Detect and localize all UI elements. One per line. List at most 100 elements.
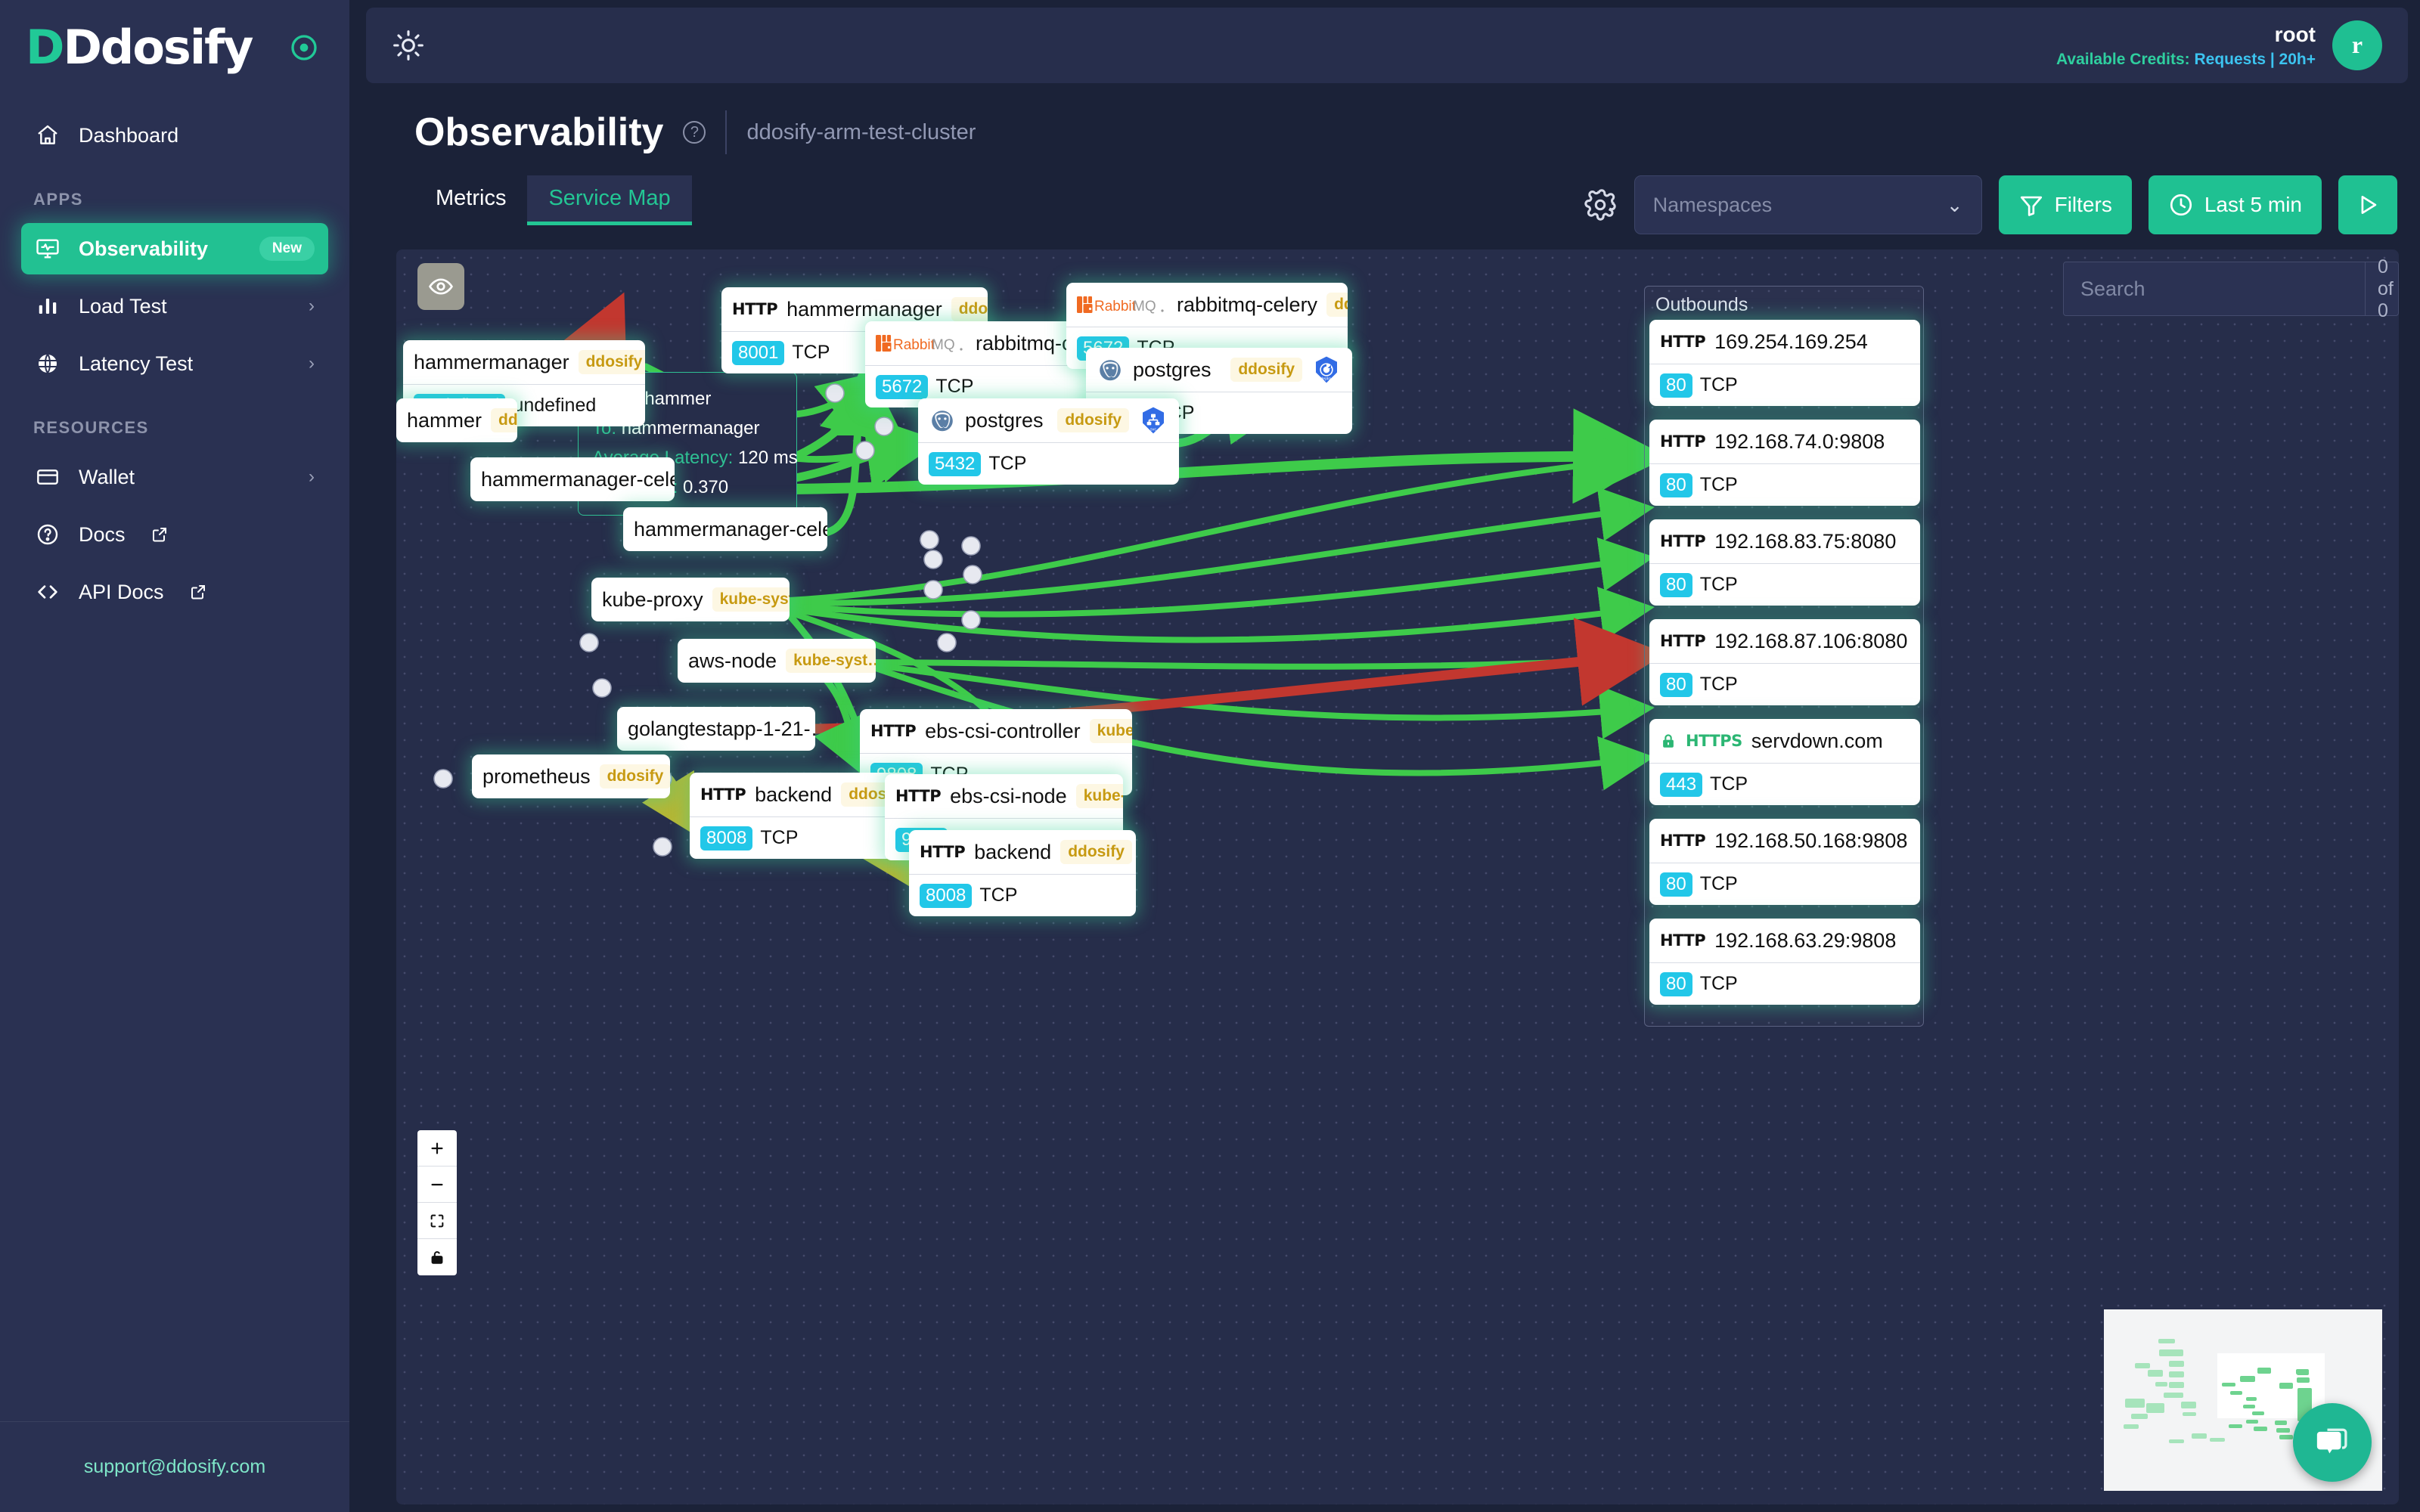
lock-toggle-button[interactable] — [417, 1239, 457, 1275]
node-title: hammermanager-celer… — [481, 467, 675, 491]
outbound-node[interactable]: HTTP 192.168.87.106:8080 80 TCP — [1649, 619, 1920, 705]
node-port-row: 80 TCP — [1649, 364, 1920, 406]
node-port-row: 80 TCP — [1649, 962, 1920, 1005]
chat-bubble-icon[interactable] — [2293, 1403, 2372, 1482]
node-title: 169.254.169.254 — [1714, 330, 1868, 353]
sidebar-item-load-test[interactable]: Load Test › — [21, 280, 328, 332]
sidebar-item-latency-test[interactable]: Latency Test › — [21, 338, 328, 389]
target-icon[interactable] — [289, 33, 319, 63]
brand-logo[interactable]: DDdosify — [0, 0, 349, 75]
port-chip: 80 — [1660, 971, 1692, 996]
home-icon — [35, 122, 60, 148]
filters-button[interactable]: Filters — [1998, 175, 2132, 234]
node-header: HTTPS servdown.com — [1649, 719, 1920, 763]
divider — [725, 110, 728, 154]
minimap-node — [2131, 1414, 2148, 1419]
namespace-tag: ddosify — [1060, 840, 1132, 864]
namespace-tag: ddosify — [951, 297, 988, 321]
tooltip-rps-value: 0.370 — [683, 476, 729, 497]
gear-icon[interactable] — [1583, 187, 1618, 222]
tab-metrics[interactable]: Metrics — [414, 175, 527, 225]
sidebar-section-apps: APPS — [33, 190, 83, 209]
svg-text:MQ: MQ — [932, 337, 955, 353]
svg-text:MQ: MQ — [1133, 299, 1156, 314]
time-range-button[interactable]: Last 5 min — [2148, 175, 2322, 234]
minimap-node — [2169, 1439, 2184, 1443]
user-menu[interactable]: root Available Credits: Requests | 20h+ … — [2056, 20, 2382, 70]
namespace-tag: kube-syst… — [786, 649, 876, 673]
port-chip: 80 — [1660, 572, 1692, 597]
service-node[interactable]: prometheusddosifydeploy — [472, 754, 670, 798]
kubernetes-deploy-icon: deploy — [1311, 355, 1342, 385]
svg-text:deploy: deploy — [1320, 376, 1333, 381]
minimap-node — [2164, 1393, 2183, 1398]
service-node[interactable]: HTTPbackendddosifysvc8008TCP — [690, 773, 917, 859]
transport-label: TCP — [979, 885, 1018, 906]
node-title: rabbitmq-celery — [1177, 293, 1318, 316]
globe-icon — [35, 351, 60, 376]
outbound-node[interactable]: HTTP 192.168.83.75:8080 80 TCP — [1649, 519, 1920, 606]
port-chip: 5672 — [876, 374, 929, 399]
refresh-play-button[interactable] — [2338, 175, 2397, 234]
page-header: Observability ? ddosify-arm-test-cluster — [414, 110, 976, 155]
question-circle-icon[interactable]: ? — [683, 121, 706, 144]
node-header: postgres ddosify deploy — [1086, 348, 1352, 392]
sun-icon[interactable] — [392, 29, 425, 62]
node-header: hammerddosifydeploy — [396, 398, 517, 442]
service-node[interactable]: golangtestapp-1-21-…httpsdeploy — [617, 707, 815, 751]
outbound-node[interactable]: HTTP 192.168.74.0:9808 80 TCP — [1649, 420, 1920, 506]
minimap-node — [2169, 1361, 2184, 1367]
zoom-out-button[interactable] — [417, 1167, 457, 1203]
namespaces-select[interactable]: Namespaces ⌄ — [1634, 175, 1982, 234]
zoom-in-button[interactable] — [417, 1130, 457, 1167]
service-map-canvas[interactable]: 0 of 0 ↓ ↑ — [396, 249, 2399, 1504]
outbound-node[interactable]: HTTP 192.168.50.168:9808 80 TCP — [1649, 819, 1920, 905]
node-title: golangtestapp-1-21-… — [628, 717, 815, 740]
transport-label: TCP — [760, 827, 799, 848]
sidebar-item-api-docs[interactable]: API Docs — [21, 566, 328, 618]
support-email-link[interactable]: support@ddosify.com — [0, 1421, 349, 1512]
page-title: Observability — [414, 110, 664, 154]
service-node[interactable]: HTTPbackendddosifydeploy8008TCP — [909, 830, 1136, 916]
minimap-node — [2276, 1428, 2290, 1433]
node-title: 192.168.74.0:9808 — [1714, 429, 1885, 453]
service-node[interactable]: postgres ddosify svc 5432 TCP — [918, 398, 1179, 485]
play-icon — [2355, 192, 2381, 218]
node-port-row: 443 TCP — [1649, 763, 1920, 805]
service-node[interactable]: kube-proxykube-syst…ds — [591, 578, 790, 621]
service-node[interactable]: hammermanager-celer…ddosifydeploy — [470, 457, 675, 501]
outbound-node[interactable]: HTTP 192.168.63.29:9808 80 TCP — [1649, 919, 1920, 1005]
chevron-right-icon: › — [309, 296, 315, 316]
avatar[interactable]: r — [2332, 20, 2382, 70]
transport-label: TCP — [1699, 973, 1738, 994]
sidebar-item-dashboard[interactable]: Dashboard — [21, 110, 328, 161]
minimap-node — [2169, 1371, 2184, 1377]
minimap-node — [2297, 1377, 2310, 1383]
sidebar-item-observability[interactable]: Observability New — [21, 223, 328, 274]
minimap-node — [2246, 1397, 2257, 1401]
fit-view-button[interactable] — [417, 1203, 457, 1239]
service-node[interactable]: aws-nodekube-syst…ds — [678, 639, 876, 683]
outbound-node[interactable]: HTTP 169.254.169.254 80 TCP — [1649, 320, 1920, 406]
node-port-row: 80 TCP — [1649, 463, 1920, 506]
minimap-node — [2159, 1349, 2183, 1356]
service-node[interactable]: hammerddosifydeploy — [396, 398, 517, 442]
node-title: aws-node — [688, 649, 777, 672]
namespaces-placeholder: Namespaces — [1652, 193, 1773, 216]
node-port-row: 80 TCP — [1649, 563, 1920, 606]
external-link-icon — [150, 525, 169, 544]
node-header: hammermanagerddosifysvc — [403, 340, 645, 384]
transport-label: TCP — [1710, 773, 1748, 795]
transport-label: TCP — [1699, 873, 1738, 894]
tab-service-map[interactable]: Service Map — [527, 175, 692, 225]
protocol-label: HTTP — [1660, 532, 1706, 550]
node-header: golangtestapp-1-21-…httpsdeploy — [617, 707, 815, 751]
service-node[interactable]: hammermanager-celer…ddosifydeploy — [623, 507, 827, 551]
sidebar-section-resources: RESOURCES — [33, 418, 149, 437]
minimap-node — [2192, 1433, 2207, 1439]
card-icon — [35, 464, 60, 490]
outbound-node[interactable]: HTTPS servdown.com 443 TCP — [1649, 719, 1920, 805]
sidebar-item-wallet[interactable]: Wallet › — [21, 451, 328, 503]
sidebar-item-docs[interactable]: Docs — [21, 509, 328, 560]
namespace-tag: ddosify — [578, 350, 645, 374]
